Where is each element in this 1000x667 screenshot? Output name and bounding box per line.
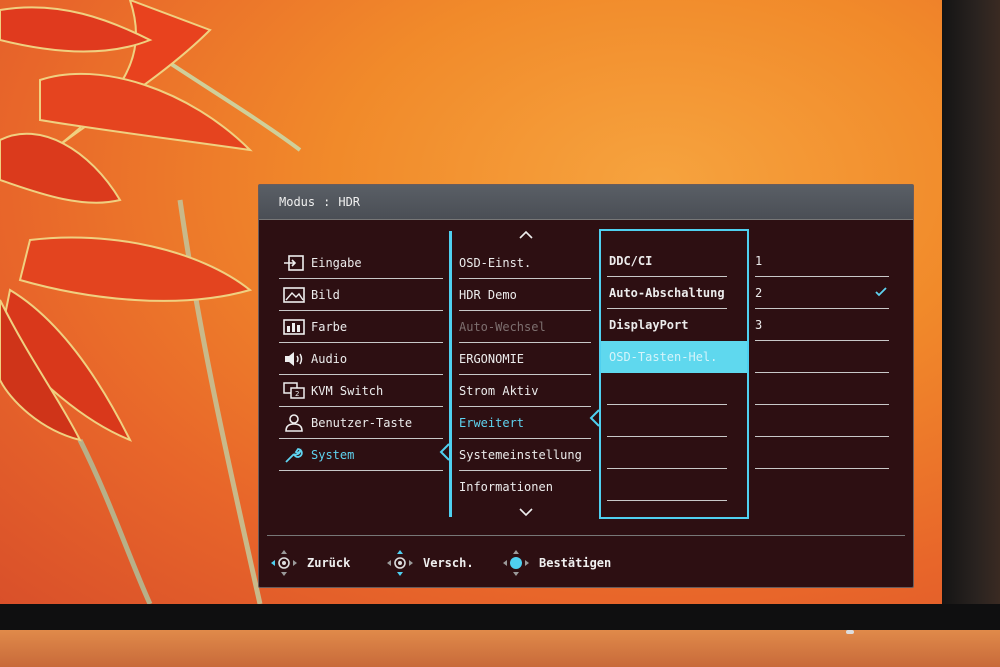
submenu-item[interactable]: Strom Aktiv — [459, 375, 591, 407]
user-icon — [283, 414, 305, 432]
submenu-item[interactable]: ERGONOMIE — [459, 343, 591, 375]
menu-item-label: Farbe — [311, 320, 348, 334]
menu-item-kvm-switch[interactable]: 2 KVM Switch — [279, 375, 443, 407]
mode-separator: : — [323, 195, 331, 209]
submenu-item-label: Informationen — [459, 480, 553, 494]
value-item[interactable]: 3 — [755, 309, 889, 341]
submenu-item-label: ERGONOMIE — [459, 352, 525, 366]
value-label: 3 — [755, 318, 763, 332]
footer-divider — [267, 535, 905, 536]
submenu-item[interactable]: OSD-Einst. — [459, 247, 591, 279]
submenu-item-selected[interactable]: Erweitert — [459, 407, 591, 439]
value-item[interactable]: 1 — [755, 245, 889, 277]
confirm-hint: Bestätigen — [501, 547, 611, 579]
option-empty — [601, 405, 733, 437]
submenu-item-label: Erweitert — [459, 416, 525, 430]
option-item[interactable]: DisplayPort — [601, 309, 733, 341]
value-empty — [755, 437, 889, 469]
value-empty — [755, 405, 889, 437]
submenu-item: Auto-Wechsel — [459, 311, 591, 343]
monitor-bezel-right — [942, 0, 1000, 667]
color-icon — [283, 318, 305, 336]
value-label: 2 — [755, 286, 763, 300]
menu-item-eingabe[interactable]: Eingabe — [279, 247, 443, 279]
joystick-left-icon — [271, 550, 297, 576]
menu-item-bild[interactable]: Bild — [279, 279, 443, 311]
menu-item-benutzer-taste[interactable]: Benutzer-Taste — [279, 407, 443, 439]
up-arrow-icon[interactable] — [519, 230, 533, 240]
menu-item-farbe[interactable]: Farbe — [279, 311, 443, 343]
option-empty — [601, 373, 733, 405]
mode-label: Modus — [279, 195, 316, 209]
submenu-item-label: Auto-Wechsel — [459, 320, 546, 334]
option-label: Auto-Abschaltung — [609, 286, 725, 300]
wrench-icon — [283, 446, 305, 464]
submenu-item-label: HDR Demo — [459, 288, 517, 302]
picture-icon — [283, 286, 305, 304]
options-panel: DDC/CI Auto-Abschaltung DisplayPort OSD-… — [589, 229, 749, 519]
option-label: DisplayPort — [609, 318, 689, 332]
power-led — [846, 630, 854, 634]
mode-value: HDR — [338, 195, 361, 209]
option-item-highlighted[interactable]: OSD-Tasten-Hel. — [601, 341, 733, 373]
submenu-item[interactable]: HDR Demo — [459, 279, 591, 311]
down-arrow-icon[interactable] — [519, 507, 533, 517]
option-empty — [601, 469, 733, 501]
move-hint: Versch. — [385, 547, 474, 579]
menu-divider — [449, 231, 452, 517]
menu-item-system[interactable]: System — [279, 439, 443, 471]
submenu-item[interactable]: Systemeinstellung — [459, 439, 591, 471]
speaker-icon — [283, 350, 305, 368]
osd-header: Modus : HDR — [259, 185, 913, 220]
monitor-screen: Modus : HDR Eingabe Bild Farbe Audio 2 K… — [0, 0, 942, 604]
desk-surface — [0, 630, 1000, 667]
menu-item-label: Benutzer-Taste — [311, 416, 413, 430]
option-empty — [601, 437, 733, 469]
footer-label: Versch. — [423, 556, 474, 570]
menu-item-label: KVM Switch — [311, 384, 384, 398]
menu-item-label: Eingabe — [311, 256, 362, 270]
submenu-item[interactable]: Informationen — [459, 471, 591, 503]
submenu-item-label: OSD-Einst. — [459, 256, 532, 270]
joystick-updown-icon — [387, 550, 413, 576]
options-pointer-icon — [589, 409, 600, 427]
value-empty — [755, 373, 889, 405]
option-item[interactable]: DDC/CI — [601, 245, 733, 277]
osd-menu: Modus : HDR Eingabe Bild Farbe Audio 2 K… — [258, 184, 914, 588]
joystick-center-icon — [503, 550, 529, 576]
option-label: DDC/CI — [609, 254, 653, 268]
option-item[interactable]: Auto-Abschaltung — [601, 277, 733, 309]
input-icon — [283, 254, 305, 272]
value-label: 1 — [755, 254, 763, 268]
footer-label: Zurück — [307, 556, 351, 570]
menu-item-label: Bild — [311, 288, 340, 302]
menu-item-audio[interactable]: Audio — [279, 343, 443, 375]
footer-label: Bestätigen — [539, 556, 612, 570]
menu-item-label: System — [311, 448, 355, 462]
submenu-item-label: Strom Aktiv — [459, 384, 539, 398]
svg-text:2: 2 — [295, 390, 299, 398]
option-label: OSD-Tasten-Hel. — [609, 350, 718, 364]
value-item-checked[interactable]: 2 — [755, 277, 889, 309]
menu-item-label: Audio — [311, 352, 348, 366]
kvm-switch-icon: 2 — [283, 382, 305, 400]
value-empty — [755, 341, 889, 373]
checkmark-icon — [875, 287, 887, 297]
back-hint: Zurück — [269, 547, 350, 579]
selection-pointer-icon — [439, 443, 450, 461]
monitor-bezel-bottom — [0, 604, 1000, 630]
submenu-item-label: Systemeinstellung — [459, 448, 582, 462]
